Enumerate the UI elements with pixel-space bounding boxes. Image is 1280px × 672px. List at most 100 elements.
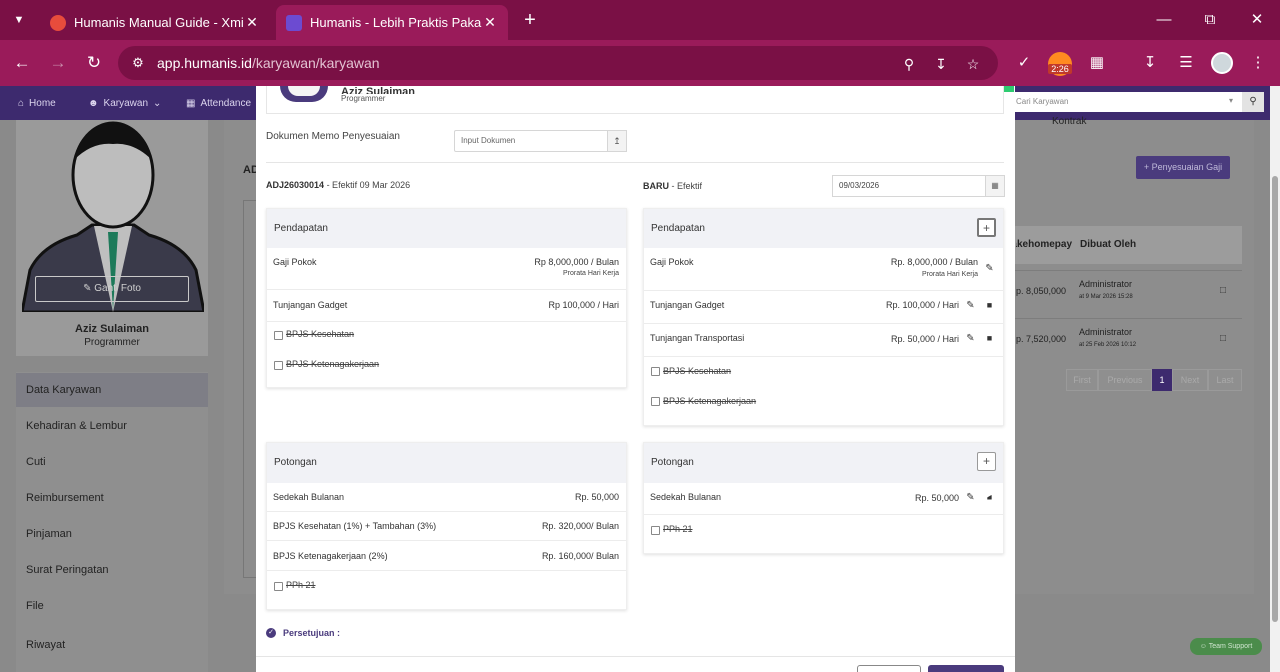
nav-karyawan-label: Karyawan: [103, 98, 148, 109]
row-divider: [1012, 270, 1242, 271]
forward-arrow-icon[interactable]: →: [46, 51, 70, 75]
window-close-icon[interactable]: ✕: [1245, 8, 1269, 32]
old-bpjs-ketenagakerjaan-checkbox[interactable]: [274, 361, 283, 370]
pager-last[interactable]: Last: [1208, 369, 1242, 391]
old-row-value: Rp 8,000,000 / Bulan: [534, 257, 619, 267]
penyesuaian-gaji-button[interactable]: + Penyesuaian Gaji: [1136, 156, 1230, 179]
more-vertical-icon[interactable]: ⋮: [1246, 51, 1270, 75]
download-icon[interactable]: ↧: [1138, 51, 1162, 75]
cancel-button[interactable]: [857, 665, 921, 672]
profile-name: Aziz Sulaiman: [75, 323, 149, 335]
old-row-sub: Prorata Hari Kerja: [562, 270, 619, 277]
folder-icon[interactable]: □: [1220, 333, 1226, 344]
table-cell-by: Administrator: [1079, 279, 1133, 289]
old-potongan-label: BPJS Ketenagakerjaan (2%): [273, 551, 388, 561]
old-pendapatan-title: Pendapatan: [267, 209, 626, 248]
trash-icon[interactable]: ■: [984, 300, 995, 311]
reload-icon[interactable]: ↻: [82, 51, 106, 75]
side-item-data-karyawan[interactable]: Data Karyawan: [16, 373, 208, 407]
new-potongan-title: Potongan: [644, 443, 1003, 483]
pager-page-1[interactable]: 1: [1152, 369, 1172, 391]
row-divider: [267, 289, 626, 290]
new-row-sub: Prorata Hari Kerja: [921, 271, 978, 278]
browser-tab-inactive[interactable]: Humanis Manual Guide - Xmind ✕: [40, 5, 270, 40]
feather-extension-icon[interactable]: ✓: [1012, 51, 1036, 75]
employee-name: Aziz Sulaiman: [341, 86, 415, 94]
pager-first[interactable]: First: [1066, 369, 1098, 391]
divider: [266, 162, 1004, 163]
new-bpjs-kesehatan-checkbox[interactable]: [651, 367, 660, 376]
page-scrollbar-thumb[interactable]: [1272, 176, 1278, 622]
minimize-icon[interactable]: —: [1152, 8, 1176, 32]
pager-previous[interactable]: Previous: [1098, 369, 1152, 391]
new-row-value: Rp. 100,000 / Hari: [885, 300, 959, 310]
restore-icon[interactable]: ⧉: [1198, 8, 1222, 32]
media-icon[interactable]: ☰: [1174, 51, 1198, 75]
team-support-label: Team Support: [1208, 643, 1253, 650]
old-potongan-value: Rp. 160,000/ Bulan: [541, 551, 619, 561]
pager-next[interactable]: Next: [1172, 369, 1208, 391]
new-pendapatan-title: Pendapatan: [644, 209, 1003, 248]
edit-icon[interactable]: ✎: [965, 300, 976, 311]
side-item-reimbursement[interactable]: Reimbursement: [16, 481, 208, 515]
new-pph21-checkbox[interactable]: [651, 526, 660, 535]
trash-icon[interactable]: ■: [984, 333, 995, 344]
nav-home[interactable]: ⌂ Home: [18, 98, 56, 109]
side-item-file[interactable]: File: [16, 589, 208, 623]
old-pph21-checkbox[interactable]: [274, 582, 283, 591]
calendar-icon: ▦: [186, 98, 196, 109]
calendar-icon[interactable]: ▦: [985, 175, 1005, 197]
persetujuan-label: Persetujuan :: [283, 628, 341, 638]
team-support-button[interactable]: ☺ Team Support: [1190, 638, 1262, 655]
nav-attendance[interactable]: ▦ Attendance: [186, 98, 251, 109]
upload-icon[interactable]: ↥: [607, 130, 627, 152]
search-icon[interactable]: ⚲: [1242, 92, 1264, 112]
browser-tab-active[interactable]: Humanis - Lebih Praktis Pakai HR ✕: [276, 5, 508, 40]
side-item-riwayat[interactable]: Riwayat: [16, 628, 208, 662]
url-text[interactable]: app.humanis.id/karyawan/karyawan: [157, 55, 380, 71]
back-arrow-icon[interactable]: ←: [10, 51, 34, 75]
new-potongan-label: Sedekah Bulanan: [650, 492, 722, 502]
old-row-value: Rp 100,000 / Hari: [548, 300, 619, 310]
tab-close-icon[interactable]: ✕: [482, 14, 498, 31]
edit-icon[interactable]: ✎: [984, 263, 995, 274]
nav-karyawan[interactable]: ☻ Karyawan ⌄: [88, 98, 161, 109]
tune-icon[interactable]: ⚙: [130, 55, 146, 71]
old-bpjs-kesehatan-checkbox[interactable]: [274, 331, 283, 340]
tab-kontrak[interactable]: Kontrak: [1052, 116, 1086, 127]
edit-icon[interactable]: ✎: [965, 492, 976, 503]
add-potongan-button[interactable]: +: [977, 452, 996, 471]
star-icon[interactable]: ☆: [962, 53, 984, 75]
old-potongan-value: Rp. 320,000/ Bulan: [541, 521, 619, 531]
penyesuaian-label: Penyesuaian Gaji: [1151, 162, 1223, 172]
bg-frame: [243, 200, 256, 578]
th-takehomepay: Takehomepay: [1016, 239, 1072, 250]
side-item-surat-peringatan[interactable]: Surat Peringatan: [16, 553, 208, 587]
puzzle-icon[interactable]: ▦: [1085, 51, 1109, 75]
edit-icon[interactable]: ✎: [965, 333, 976, 344]
old-row-label: Tunjangan Gadget: [273, 300, 348, 310]
side-item-pinjaman[interactable]: Pinjaman: [16, 517, 208, 551]
install-icon[interactable]: ↧: [930, 53, 952, 75]
effective-date-input[interactable]: 09/03/2026: [832, 175, 986, 197]
nav-attendance-label: Attendance: [200, 98, 252, 109]
zoom-icon[interactable]: ⚲: [898, 53, 920, 75]
address-bar[interactable]: ⚙ app.humanis.id/karyawan/karyawan ⚲ ↧ ☆: [118, 46, 998, 80]
side-item-cuti[interactable]: Cuti: [16, 445, 208, 479]
tab-search-chevron-down-icon[interactable]: ▼: [8, 9, 30, 31]
new-row-label: Tunjangan Gadget: [650, 300, 725, 310]
table-cell-at: at 9 Mar 2026 15:28: [1079, 294, 1133, 300]
change-photo-button[interactable]: ✎ Ganti Foto: [35, 276, 189, 302]
new-bpjs-ketenagakerjaan-checkbox[interactable]: [651, 397, 660, 406]
profile-avatar[interactable]: [1211, 52, 1233, 74]
side-item-kehadiran[interactable]: Kehadiran & Lembur: [16, 409, 208, 443]
new-tab-plus-icon[interactable]: +: [518, 8, 542, 32]
save-button[interactable]: [928, 665, 1004, 672]
folder-icon[interactable]: □: [1220, 285, 1226, 296]
old-pph21-label: PPh 21: [286, 580, 316, 590]
xmind-favicon-icon: [50, 14, 66, 31]
tab-close-icon[interactable]: ✕: [244, 14, 260, 31]
table-cell-takehome: Rp. 7,520,000: [1016, 334, 1066, 344]
memo-document-input[interactable]: Input Dokumen: [454, 130, 608, 152]
add-pendapatan-button[interactable]: +: [977, 218, 996, 237]
